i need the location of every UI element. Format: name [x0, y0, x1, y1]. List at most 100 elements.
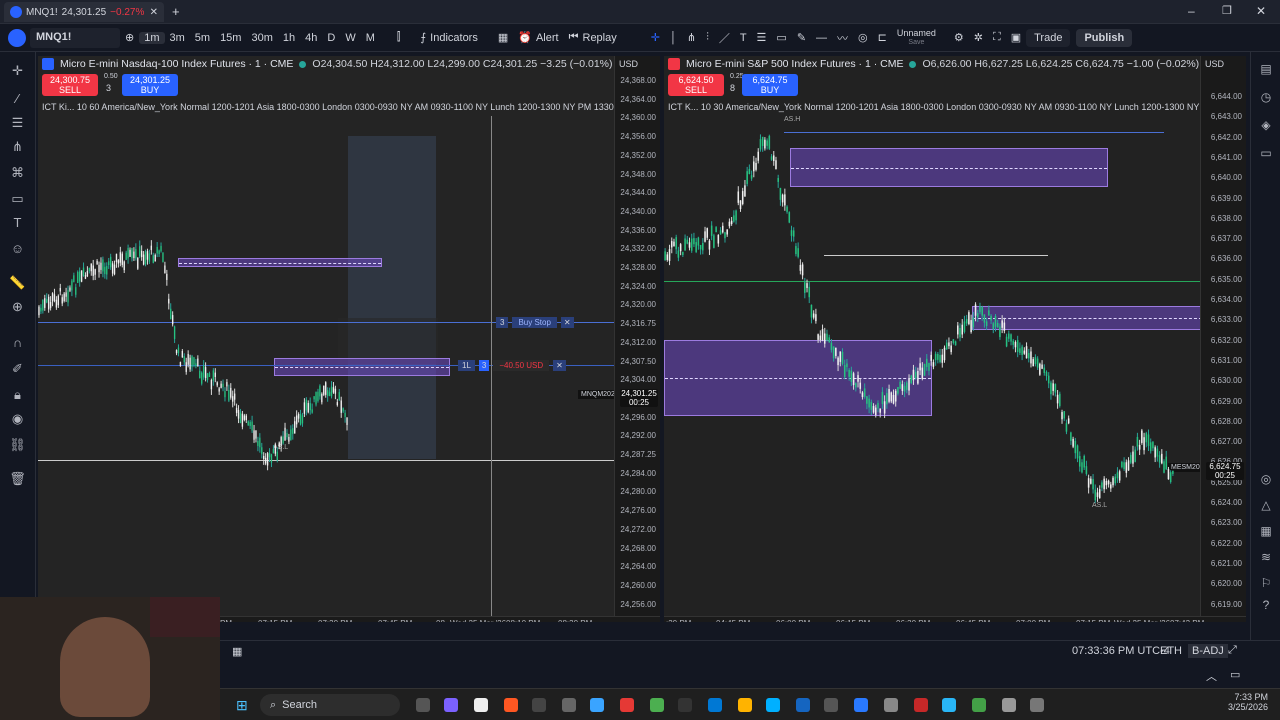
fib-icon[interactable]: ⫶	[701, 31, 714, 44]
alert-button[interactable]: ⏰ Alert	[513, 31, 563, 45]
app-icon[interactable]	[972, 698, 986, 712]
minimize-icon[interactable]: –	[1188, 4, 1195, 18]
browser-tab[interactable]: MNQ1! 24,301.25 −0.27% ✕	[4, 2, 164, 22]
app-icon[interactable]	[708, 698, 722, 712]
trendline-icon[interactable]: ／	[714, 30, 735, 46]
app-icon[interactable]	[824, 698, 838, 712]
ray-icon[interactable]: —	[811, 32, 832, 44]
telegram-icon[interactable]	[942, 698, 956, 712]
layout-grid-icon[interactable]: ▦	[493, 31, 513, 44]
settings-icon[interactable]: ⚙	[949, 31, 969, 44]
layout-name[interactable]: Unnamed Save	[892, 28, 941, 47]
broadcast-icon[interactable]: ≋	[1257, 550, 1275, 568]
lock-icon[interactable]: 🔒︎	[9, 386, 26, 403]
edge-icon[interactable]	[766, 698, 780, 712]
lock-draw-icon[interactable]: ✐	[9, 360, 26, 377]
windows-start-icon[interactable]: ⊞	[236, 697, 248, 714]
tab-close-icon[interactable]: ✕	[150, 7, 158, 18]
app-icon[interactable]	[620, 698, 634, 712]
symbol-search-input[interactable]: MNQ1!	[30, 27, 120, 48]
pattern-tool-icon[interactable]: ⌘	[9, 164, 26, 181]
chrome-icon[interactable]	[650, 698, 664, 712]
chat-icon[interactable]: ▭	[1257, 146, 1275, 164]
close-window-icon[interactable]: ✕	[1256, 4, 1266, 18]
interval-3m[interactable]: 3m	[165, 32, 190, 44]
lines-icon[interactable]: ☰	[752, 31, 772, 44]
sell-button[interactable]: 6,624.50 SELL	[668, 74, 724, 96]
path-icon[interactable]: 〰	[832, 30, 853, 46]
line-tool-icon[interactable]: ⁄	[9, 90, 26, 107]
order-qty[interactable]: 3	[106, 83, 111, 93]
interval-W[interactable]: W	[340, 32, 360, 44]
clock-label[interactable]: 07:33:36 PM UTC-4	[1072, 645, 1170, 657]
app-icon[interactable]	[914, 698, 928, 712]
triangle-icon[interactable]: △	[1257, 498, 1275, 516]
alerts-clock-icon[interactable]: ◷	[1257, 90, 1275, 108]
app-icon[interactable]	[532, 698, 546, 712]
new-tab-button[interactable]: +	[172, 4, 180, 19]
vertical-line-icon[interactable]: │	[665, 32, 682, 44]
adjust-label[interactable]: B-ADJ	[1188, 644, 1228, 658]
add-symbol-icon[interactable]: ⊕	[120, 31, 139, 44]
buy-button[interactable]: 24,301.25 BUY	[122, 74, 178, 96]
interval-4h[interactable]: 4h	[300, 32, 322, 44]
emoji-tool-icon[interactable]: ☺	[9, 240, 26, 257]
indicators-button[interactable]: ⨍ Indicators	[415, 31, 482, 45]
app-icon[interactable]	[1002, 698, 1016, 712]
watchlist-icon[interactable]: ▤	[1257, 62, 1275, 80]
interval-D[interactable]: D	[322, 32, 340, 44]
user-avatar[interactable]	[8, 29, 26, 47]
brush-icon[interactable]: ✎	[792, 31, 811, 44]
interval-5m[interactable]: 5m	[190, 32, 215, 44]
collapse-icon[interactable]: ︿	[1206, 668, 1217, 684]
lines-tool-icon[interactable]: ☰	[9, 114, 26, 131]
maximize-panel-icon[interactable]: ⤢	[1228, 644, 1237, 657]
crosshair-tool-icon[interactable]: ✛	[9, 62, 26, 79]
gear-icon[interactable]: ✲	[969, 31, 988, 44]
calendar-range-icon[interactable]: ▦	[232, 645, 242, 658]
price-axis[interactable]: USD 6,644.00 6,643.00 6,642.00 6,641.00 6,64…	[1200, 56, 1246, 622]
calendar-icon[interactable]: ▦	[1257, 524, 1275, 542]
taskview-icon[interactable]	[416, 698, 430, 712]
replay-button[interactable]: ⏮ Replay	[564, 31, 622, 44]
maximize-icon[interactable]: ❐	[1222, 4, 1232, 17]
candle-type-icon[interactable]: ⫿	[392, 31, 406, 44]
time-axis[interactable]: :30 PM 04:45 PM 06:00 PM 06:15 PM 06:30 PM 06…	[664, 616, 1246, 622]
app-icon[interactable]	[884, 698, 898, 712]
order-qty[interactable]: 8	[730, 83, 735, 93]
interval-15m[interactable]: 15m	[215, 32, 246, 44]
chart-pane-sp500[interactable]: Micro E-mini S&P 500 Index Futures · 1 ·…	[664, 56, 1246, 622]
layers-icon[interactable]: ◈	[1257, 118, 1275, 136]
pitchfork-icon[interactable]: ⋔	[682, 31, 701, 44]
app-icon[interactable]	[678, 698, 692, 712]
magnet-tool-icon[interactable]: ∩	[9, 334, 26, 351]
rectangle-icon[interactable]: ▭	[771, 31, 791, 44]
publish-button[interactable]: Publish	[1076, 28, 1133, 47]
pitchfork-tool-icon[interactable]: ⋔	[9, 138, 26, 155]
app-icon[interactable]	[1030, 698, 1044, 712]
app-icon[interactable]	[590, 698, 604, 712]
trash-icon[interactable]: 🗑︎	[9, 470, 26, 487]
camera-icon[interactable]: ▣	[1006, 31, 1026, 44]
interval-30m[interactable]: 30m	[246, 32, 277, 44]
text-tool-icon[interactable]: T	[9, 214, 26, 231]
eye-icon[interactable]: ◉	[9, 410, 26, 427]
app-icon[interactable]	[854, 698, 868, 712]
buy-button[interactable]: 6,624.75 BUY	[742, 74, 798, 96]
chart-pane-nasdaq[interactable]: Micro E-mini Nasdaq-100 Index Futures · …	[38, 56, 660, 622]
tradingview-app-icon[interactable]	[474, 698, 488, 712]
interval-M[interactable]: M	[361, 32, 380, 44]
crosshair-icon[interactable]: ✛	[646, 31, 665, 44]
app-icon[interactable]	[444, 698, 458, 712]
notifications-icon[interactable]: ⚐	[1257, 576, 1275, 594]
chrome-icon[interactable]	[504, 698, 518, 712]
panel-toggle-icon[interactable]: ▭	[1230, 668, 1240, 681]
taskbar-clock[interactable]: 7:33 PM 3/25/2026	[1228, 692, 1268, 712]
notion-icon[interactable]	[562, 698, 576, 712]
file-explorer-icon[interactable]	[738, 698, 752, 712]
session-label[interactable]: ETH	[1160, 645, 1182, 657]
target-icon[interactable]: ◎	[1257, 472, 1275, 490]
ruler-tool-icon[interactable]: 📏	[9, 274, 26, 291]
sell-button[interactable]: 24,300.75 SELL	[42, 74, 98, 96]
link-icon[interactable]: ⛓	[9, 436, 26, 453]
